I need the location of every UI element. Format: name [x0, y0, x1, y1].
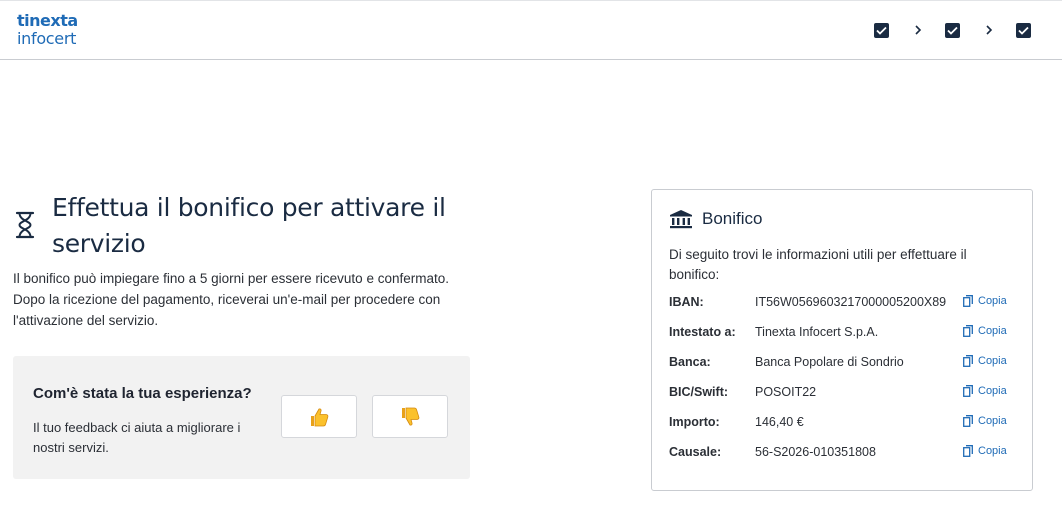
copy-intestato-button[interactable]: Copia — [963, 325, 1007, 337]
card-title: Bonifico — [702, 209, 763, 228]
bonifico-card: Bonifico Di seguito trovi le informazion… — [651, 189, 1033, 491]
copy-icon — [963, 385, 973, 397]
copy-label: Copia — [978, 415, 1007, 427]
row-label: IBAN: — [669, 295, 704, 309]
chevron-right-icon — [915, 25, 922, 35]
copy-icon — [963, 295, 973, 307]
thumbs-up-button[interactable] — [281, 395, 357, 438]
description-line-2: Dopo la ricezione del pagamento, ricever… — [13, 292, 441, 328]
top-header: tinexta infocert — [0, 0, 1062, 60]
row-value: POSOIT22 — [755, 385, 817, 399]
description: Il bonifico può impiegare fino a 5 giorn… — [13, 268, 493, 331]
copy-iban-button[interactable]: Copia — [963, 295, 1007, 307]
step-2-check-icon — [945, 23, 960, 38]
copy-causale-button[interactable]: Copia — [963, 445, 1007, 457]
causale-row: Causale: 56-S2026-010351808 Copia — [669, 443, 1019, 463]
logo-line-2: infocert — [17, 29, 77, 48]
row-label: Intestato a: — [669, 325, 736, 339]
thumbs-down-button[interactable] — [372, 395, 448, 438]
thumbs-up-icon — [311, 407, 329, 426]
page-title: Effettua il bonifico per attivare il ser… — [52, 193, 446, 258]
copy-icon — [963, 325, 973, 337]
feedback-panel: Com'è stata la tua esperienza? Il tuo fe… — [13, 356, 470, 479]
step-1-check-icon — [874, 23, 889, 38]
thumbs-down-icon — [402, 407, 420, 426]
chevron-right-icon — [986, 25, 993, 35]
copy-label: Copia — [978, 355, 1007, 367]
row-value: Tinexta Infocert S.p.A. — [755, 325, 879, 339]
row-value: 56-S2026-010351808 — [755, 445, 876, 459]
copy-icon — [963, 445, 973, 457]
copy-icon — [963, 355, 973, 367]
row-value: Banca Popolare di Sondrio — [755, 355, 904, 369]
copy-importo-button[interactable]: Copia — [963, 415, 1007, 427]
copy-icon — [963, 415, 973, 427]
copy-label: Copia — [978, 385, 1007, 397]
row-label: Banca: — [669, 355, 711, 369]
tinexta-infocert-logo[interactable]: tinexta infocert — [17, 12, 78, 48]
row-value: 146,40 € — [755, 415, 804, 429]
bic-swift-row: BIC/Swift: POSOIT22 Copia — [669, 383, 1019, 403]
feedback-subtitle: Il tuo feedback ci aiuta a migliorare i … — [33, 420, 241, 455]
copy-bic-button[interactable]: Copia — [963, 385, 1007, 397]
copy-label: Copia — [978, 325, 1007, 337]
description-line-1: Il bonifico può impiegare fino a 5 giorn… — [13, 271, 449, 286]
bank-icon — [670, 210, 692, 229]
intestato-row: Intestato a: Tinexta Infocert S.p.A. Cop… — [669, 323, 1019, 343]
iban-row: IBAN: IT56W0569603217000005200X89 Copia — [669, 293, 1019, 313]
copy-label: Copia — [978, 295, 1007, 307]
row-label: Importo: — [669, 415, 720, 429]
copy-banca-button[interactable]: Copia — [963, 355, 1007, 367]
row-label: Causale: — [669, 445, 722, 459]
row-value: IT56W0569603217000005200X89 — [755, 295, 947, 309]
card-intro: Di seguito trovi le informazioni utili p… — [669, 247, 967, 282]
logo-line-1: tinexta — [17, 11, 78, 30]
importo-row: Importo: 146,40 € Copia — [669, 413, 1019, 433]
hourglass-icon — [15, 211, 35, 239]
row-label: BIC/Swift: — [669, 385, 729, 399]
feedback-title: Com'è stata la tua esperienza? — [33, 385, 252, 402]
banca-row: Banca: Banca Popolare di Sondrio Copia — [669, 353, 1019, 373]
step-3-check-icon — [1016, 23, 1031, 38]
copy-label: Copia — [978, 445, 1007, 457]
